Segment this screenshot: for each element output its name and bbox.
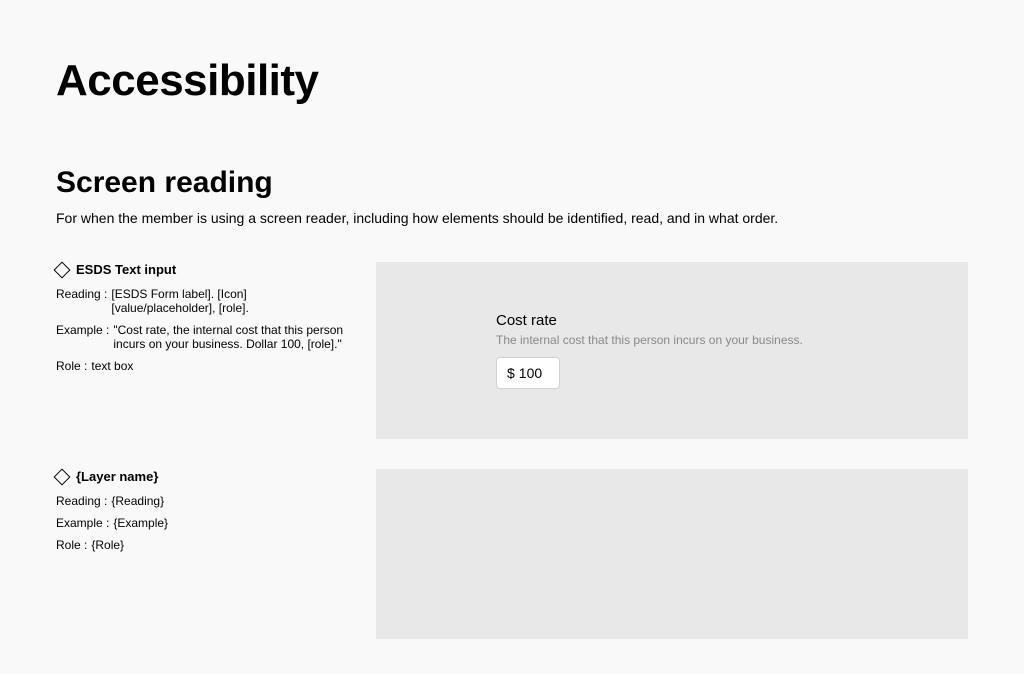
field-label: Cost rate <box>496 312 848 329</box>
role-value: text box <box>91 359 346 373</box>
example-row: Example : "Cost rate, the internal cost … <box>56 323 346 351</box>
reading-value: [ESDS Form label]. [Icon] [value/placeho… <box>111 287 346 315</box>
diamond-icon <box>54 261 71 278</box>
example-label: Example : <box>56 323 113 337</box>
role-label: Role : <box>56 359 91 373</box>
entry-row: {Layer name} Reading : {Reading} Example… <box>56 469 968 639</box>
preview-form: Cost rate The internal cost that this pe… <box>496 312 848 389</box>
cost-rate-input[interactable]: $ 100 <box>496 357 560 389</box>
field-help: The internal cost that this person incur… <box>496 333 848 347</box>
example-value: {Example} <box>113 516 346 530</box>
entry-meta: {Layer name} Reading : {Reading} Example… <box>56 469 346 560</box>
example-row: Example : {Example} <box>56 516 346 530</box>
page-title: Accessibility <box>56 56 968 106</box>
reading-value: {Reading} <box>111 494 346 508</box>
reading-row: Reading : {Reading} <box>56 494 346 508</box>
entry-row: ESDS Text input Reading : [ESDS Form lab… <box>56 262 968 439</box>
role-row: Role : {Role} <box>56 538 346 552</box>
currency-prefix: $ <box>507 365 515 381</box>
input-value: 100 <box>519 365 542 381</box>
example-label: Example : <box>56 516 113 530</box>
diamond-icon <box>54 468 71 485</box>
reading-label: Reading : <box>56 287 111 301</box>
entry-header: {Layer name} <box>56 469 346 484</box>
role-value: {Role} <box>91 538 346 552</box>
entry-preview-empty <box>376 469 968 639</box>
entry-name: ESDS Text input <box>76 262 176 277</box>
reading-label: Reading : <box>56 494 111 508</box>
section-title: Screen reading <box>56 166 968 200</box>
section-description: For when the member is using a screen re… <box>56 210 968 226</box>
role-label: Role : <box>56 538 91 552</box>
entry-header: ESDS Text input <box>56 262 346 277</box>
example-value: "Cost rate, the internal cost that this … <box>113 323 346 351</box>
entry-meta: ESDS Text input Reading : [ESDS Form lab… <box>56 262 346 381</box>
entry-preview: Cost rate The internal cost that this pe… <box>376 262 968 439</box>
role-row: Role : text box <box>56 359 346 373</box>
reading-row: Reading : [ESDS Form label]. [Icon] [val… <box>56 287 346 315</box>
entry-name: {Layer name} <box>76 469 158 484</box>
